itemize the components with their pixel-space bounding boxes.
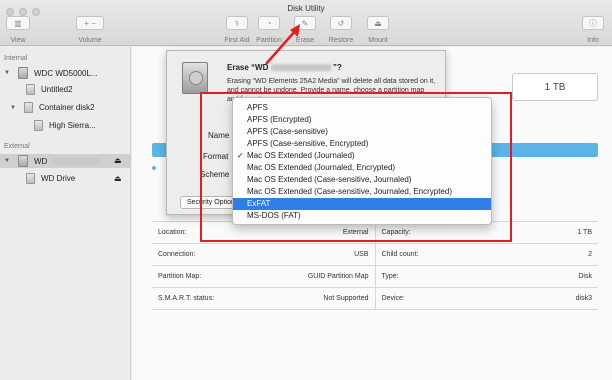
plus-minus-icon: + − [84,18,96,28]
sidebar-item-label: Container disk2 [39,103,95,112]
sidebar-item-label: Untitled2 [41,85,73,94]
external-disk-icon [18,155,28,167]
disclosure-triangle-icon[interactable]: ▼ [4,70,12,76]
info-label: S.M.A.R.T. status: [158,295,215,302]
sidebar-view-icon: ▥ [14,18,22,28]
sidebar-item-label: WDC WD5000L... [34,68,98,78]
annotation-highlight-box [200,92,512,242]
disclosure-triangle-icon[interactable]: ▼ [4,158,12,164]
restore-icon: ↺ [337,18,345,28]
table-row: S.M.A.R.T. status: Not Supported Device: d… [152,288,598,310]
info-value: 1 TB [577,229,592,236]
mount-button[interactable]: ⏏ [367,16,389,30]
container-icon [24,102,33,113]
info-cell: Connection: USB [152,244,376,265]
info-button[interactable]: ⓘ [582,16,604,30]
info-label: Type: [381,273,399,280]
sidebar-item-high-sierra[interactable]: High Sierra... [34,120,96,131]
usage-legend-dot [152,166,156,170]
eject-icon[interactable]: ⏏ [114,156,122,165]
sidebar-item-label: WD [34,156,48,166]
info-cell: S.M.A.R.T. status: Not Supported [152,288,376,309]
stethoscope-icon: ⚕ [234,18,240,28]
view-label: View [10,37,26,44]
disclosure-triangle-icon[interactable]: ▼ [10,105,18,111]
info-value: disk3 [575,295,592,302]
sidebar-section-external: External [4,143,30,150]
info-cell: Partition Map: GUID Partition Map [152,266,376,287]
info-cell: Type: Disk [376,266,599,287]
info-icon: ⓘ [589,18,597,28]
sidebar-item-untitled2[interactable]: Untitled2 [26,84,73,95]
info-label: Connection: [158,251,196,258]
info-value: USB [354,251,369,258]
sidebar-item-wdc-disk[interactable]: ▼ WDC WD5000L... [4,67,98,79]
restore-button[interactable]: ↺ [330,16,352,30]
info-label: Child count: [381,251,419,258]
table-row: Partition Map: GUID Partition Map Type: Di… [152,266,598,288]
hard-disk-icon [18,67,28,79]
mount-label: Mount [368,37,388,44]
info-label: Device: [381,295,405,302]
info-label: Info [587,37,599,44]
volume-button[interactable]: + − [76,16,104,30]
info-cell: Device: disk3 [376,288,599,309]
sidebar: Internal ▼ WDC WD5000L... Untitled2 ▼ Co… [0,47,131,380]
table-row: Connection: USB Child count: 2 [152,244,598,266]
sidebar-item-label: WD Drive [41,174,76,183]
view-button[interactable]: ▥ [6,16,30,30]
sidebar-item-label: High Sierra... [49,121,96,130]
restore-label: Restore [328,37,354,44]
info-value: 2 [588,251,592,258]
redacted-text [53,157,100,165]
mount-icon: ⏏ [374,18,382,28]
info-cell: Child count: 2 [376,244,599,265]
volume-icon [26,173,35,184]
info-value: Disk [578,273,592,280]
first-aid-button[interactable]: ⚕ [226,16,248,30]
sidebar-item-wd-drive[interactable]: WD Drive [26,173,75,184]
sidebar-item-container-disk2[interactable]: ▼ Container disk2 [10,102,95,113]
info-label: Partition Map: [158,273,202,280]
sidebar-item-wd-disk[interactable]: ▼ WD [4,155,100,167]
volume-icon [26,84,35,95]
erase-title-suffix: ”? [332,63,342,72]
volume-label: Volume [78,37,102,44]
info-value: Not Supported [323,295,369,302]
eject-icon[interactable]: ⏏ [114,174,122,183]
capacity-box: 1 TB [512,73,598,101]
window-title: Disk Utility [287,4,325,13]
sidebar-section-internal: Internal [4,55,28,62]
annotation-arrow [265,24,300,65]
info-value: GUID Partition Map [307,273,369,280]
hard-disk-icon [182,62,208,94]
volume-icon [34,120,43,131]
first-aid-label: First Aid [224,37,250,44]
info-label: Location: [158,229,187,236]
